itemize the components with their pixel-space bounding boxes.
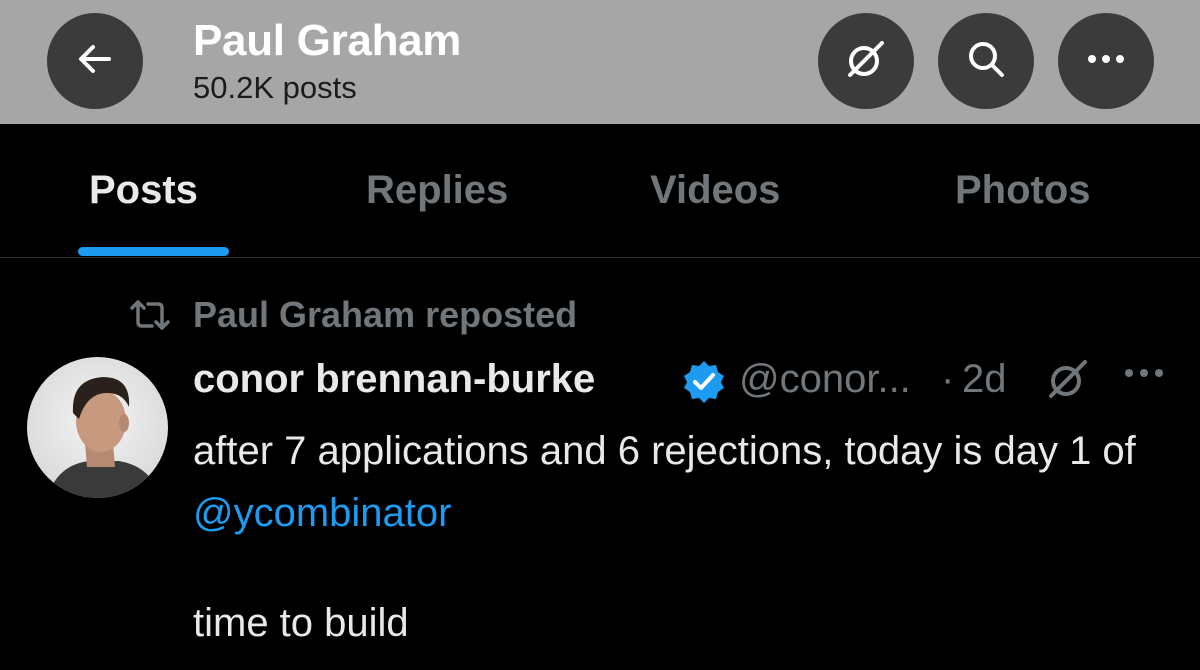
profile-title: Paul Graham (193, 16, 462, 65)
more-button[interactable] (1058, 13, 1154, 109)
grok-icon[interactable] (1045, 356, 1091, 407)
profile-tabs: Posts Replies Videos Photos (0, 124, 1200, 258)
author-handle[interactable]: @conor... (739, 357, 911, 402)
post-text: after 7 applications and 6 rejections, t… (193, 420, 1173, 544)
active-tab-indicator (78, 247, 229, 256)
post-text-last-line: time to build (193, 601, 409, 645)
profile-header: Paul Graham 50.2K posts (0, 0, 1200, 124)
tab-replies[interactable]: Replies (366, 168, 508, 213)
author-name[interactable]: conor brennan-burke (193, 357, 595, 402)
post-count: 50.2K posts (193, 70, 357, 105)
search-button[interactable] (938, 13, 1034, 109)
tab-videos[interactable]: Videos (650, 168, 780, 213)
separator-dot: · (941, 357, 955, 401)
tab-posts[interactable]: Posts (89, 168, 198, 213)
repost-label[interactable]: Paul Graham reposted (193, 294, 577, 336)
mention-link[interactable]: @ycombinator (193, 491, 451, 535)
search-icon (964, 37, 1008, 86)
repost-icon (128, 298, 172, 337)
tab-photos[interactable]: Photos (955, 168, 1091, 213)
arrow-left-icon (75, 39, 115, 84)
verified-badge-icon (681, 359, 727, 410)
back-button[interactable] (47, 13, 143, 109)
grok-button[interactable] (818, 13, 914, 109)
more-horizontal-icon (1086, 52, 1126, 70)
post-timestamp[interactable]: 2d (962, 357, 1007, 402)
grok-icon (842, 35, 890, 88)
post-more-icon[interactable] (1123, 366, 1165, 384)
post-text-main: after 7 applications and 6 rejections, t… (193, 429, 1136, 473)
author-avatar[interactable] (27, 357, 168, 498)
